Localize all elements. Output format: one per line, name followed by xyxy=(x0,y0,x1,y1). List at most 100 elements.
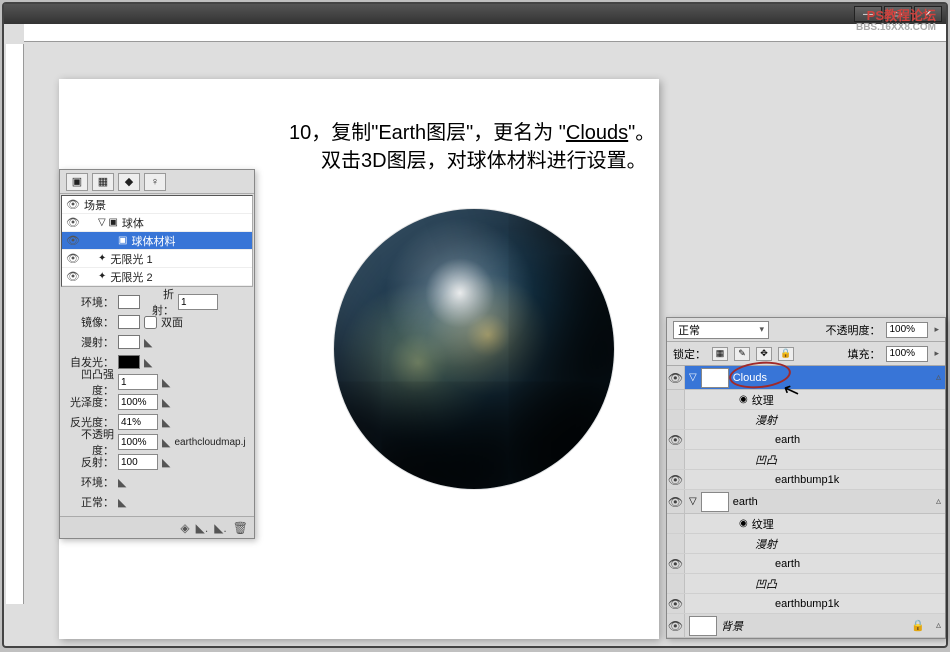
lock-all-icon[interactable]: 🔒 xyxy=(778,347,794,361)
3d-panel-toolbar: ▣ ▦ ◆ ♀ xyxy=(60,170,254,194)
visibility-icon[interactable]: 👁 xyxy=(667,554,685,573)
layer-sub-row[interactable]: ◉纹理 xyxy=(667,390,945,410)
tree-row[interactable]: 👁▽ ▣球体 xyxy=(62,214,252,232)
refract-input[interactable] xyxy=(178,294,218,310)
normal-menu-icon[interactable]: ◣ xyxy=(118,496,126,509)
tree-scene-row[interactable]: 👁 场景 xyxy=(62,196,252,214)
layer-thumbnail[interactable] xyxy=(701,368,729,388)
visibility-icon[interactable]: 👁 xyxy=(66,216,80,230)
visibility-icon[interactable] xyxy=(667,410,685,429)
env2-label: 环境： xyxy=(66,474,114,490)
filter-bulb-icon[interactable]: ♀ xyxy=(144,173,166,191)
sub-label: 纹理 xyxy=(752,392,774,408)
visibility-icon[interactable] xyxy=(667,450,685,469)
layer-row[interactable]: 👁▽earth▵ xyxy=(667,490,945,514)
sub-label: 凹凸 xyxy=(755,576,777,592)
watermark-line1: PS教程论坛 xyxy=(856,10,936,22)
layer-thumbnail[interactable] xyxy=(689,616,717,636)
env2-menu-icon[interactable]: ◣ xyxy=(118,476,126,489)
layer-fill-input[interactable]: 100% xyxy=(886,346,928,362)
layer-thumbnail[interactable] xyxy=(701,492,729,512)
layer-sub-row[interactable]: ◉纹理 xyxy=(667,514,945,534)
tree-item-label: 球体 xyxy=(122,215,144,231)
filter-mesh-icon[interactable]: ▣ xyxy=(66,173,88,191)
layer-name: earth xyxy=(733,496,758,508)
lock-label: 锁定： xyxy=(673,346,706,362)
collapse-icon[interactable]: ▵ xyxy=(936,372,941,383)
footer-icon-2[interactable]: ◣. xyxy=(196,521,209,535)
visibility-icon[interactable]: 👁 xyxy=(667,594,685,613)
layer-row[interactable]: 👁背景🔒▵ xyxy=(667,614,945,638)
layer-sub-row[interactable]: 👁 earthbump1k xyxy=(667,470,945,490)
bump-menu-icon[interactable]: ◣ xyxy=(162,376,170,389)
watermark: PS教程论坛 BBS.16XX8.COM xyxy=(856,10,936,34)
visibility-icon[interactable]: 👁 xyxy=(66,252,80,266)
layer-sub-row[interactable]: 凹凸 xyxy=(667,574,945,594)
lock-position-icon[interactable]: ✥ xyxy=(756,347,772,361)
tree-row[interactable]: 👁✦无限光 1 xyxy=(62,250,252,268)
collapse-icon[interactable]: ▵ xyxy=(936,496,941,507)
visibility-icon[interactable]: 👁 xyxy=(66,270,80,284)
reflect-input[interactable] xyxy=(118,454,158,470)
layer-row[interactable]: 👁▽Clouds▵↖ xyxy=(667,366,945,390)
filter-material-icon[interactable]: ▦ xyxy=(92,173,114,191)
earth-render xyxy=(334,209,614,489)
visibility-icon[interactable]: 👁 xyxy=(667,490,685,513)
emit-swatch[interactable] xyxy=(118,355,140,369)
ruler-horizontal xyxy=(24,24,946,42)
diffuse-menu-icon[interactable]: ◣ xyxy=(144,336,152,349)
footer-icon-1[interactable]: ◈ xyxy=(180,521,189,535)
env-label: 环境： xyxy=(66,294,114,310)
layer-opacity-input[interactable]: 100% xyxy=(886,322,928,338)
sub-label: earth xyxy=(775,434,800,446)
sub-label: 漫射 xyxy=(755,412,777,428)
sub-label: 凹凸 xyxy=(755,452,777,468)
tree-row[interactable]: 👁✦无限光 2 xyxy=(62,268,252,286)
env-swatch[interactable] xyxy=(118,295,140,309)
visibility-icon[interactable]: 👁 xyxy=(667,614,685,637)
layer-sub-row[interactable]: 👁earth xyxy=(667,554,945,574)
gloss-menu-icon[interactable]: ◣ xyxy=(162,396,170,409)
gloss-input[interactable] xyxy=(118,394,158,410)
opacity-input[interactable] xyxy=(118,434,158,450)
lock-transparent-icon[interactable]: ▦ xyxy=(712,347,728,361)
emit-menu-icon[interactable]: ◣ xyxy=(144,356,152,369)
diffuse-swatch[interactable] xyxy=(118,335,140,349)
visibility-icon[interactable] xyxy=(667,534,685,553)
visibility-icon[interactable] xyxy=(667,514,685,533)
collapse-icon[interactable]: ▵ xyxy=(936,620,941,631)
layer-sub-row[interactable]: 👁earthbump1k xyxy=(667,594,945,614)
visibility-icon[interactable]: 👁 xyxy=(667,430,685,449)
visibility-icon[interactable]: 👁 xyxy=(667,366,685,389)
visibility-icon[interactable] xyxy=(667,390,685,409)
visibility-icon[interactable] xyxy=(667,574,685,593)
filter-light-icon[interactable]: ◆ xyxy=(118,173,140,191)
layer-sub-row[interactable]: 凹凸 xyxy=(667,450,945,470)
visibility-icon[interactable]: 👁 xyxy=(66,234,80,248)
bump-input[interactable] xyxy=(118,374,158,390)
footer-icon-3[interactable]: ◣. xyxy=(214,521,227,535)
material-properties: 环境：折射： 镜像：双面 漫射：◣ 自发光：◣ 凹凸强度：◣ 光泽度：◣ 反光度… xyxy=(60,288,254,516)
visibility-icon[interactable]: 👁 xyxy=(667,470,685,489)
spec-input[interactable] xyxy=(118,414,158,430)
scene-tree[interactable]: 👁 场景 👁▽ ▣球体👁▣球体材料👁✦无限光 1👁✦无限光 2 xyxy=(61,195,253,287)
footer-delete-icon[interactable]: 🗑 xyxy=(233,521,248,535)
layer-list[interactable]: 👁▽Clouds▵↖◉纹理漫射👁earth凹凸👁earthbump1k👁▽ear… xyxy=(667,366,945,638)
lock-icon: 🔒 xyxy=(911,619,925,632)
ruler-vertical xyxy=(6,44,24,604)
tree-row[interactable]: 👁▣球体材料 xyxy=(62,232,252,250)
chevron-down-icon: ▾ xyxy=(759,324,764,335)
opacity-menu-icon[interactable]: ◣ xyxy=(162,436,170,449)
double-sided-checkbox[interactable] xyxy=(144,316,157,329)
tree-item-label: 无限光 2 xyxy=(110,269,152,285)
layer-sub-row[interactable]: 👁 earth xyxy=(667,430,945,450)
reflect-menu-icon[interactable]: ◣ xyxy=(162,456,170,469)
lock-pixels-icon[interactable]: ✎ xyxy=(734,347,750,361)
layer-sub-row[interactable]: 漫射 xyxy=(667,410,945,430)
blend-mode-select[interactable]: 正常▾ xyxy=(673,321,769,339)
spec-menu-icon[interactable]: ◣ xyxy=(162,416,170,429)
layer-sub-row[interactable]: 漫射 xyxy=(667,534,945,554)
mirror-swatch[interactable] xyxy=(118,315,140,329)
sub-label: earthbump1k xyxy=(775,474,839,486)
visibility-icon[interactable]: 👁 xyxy=(66,198,80,212)
